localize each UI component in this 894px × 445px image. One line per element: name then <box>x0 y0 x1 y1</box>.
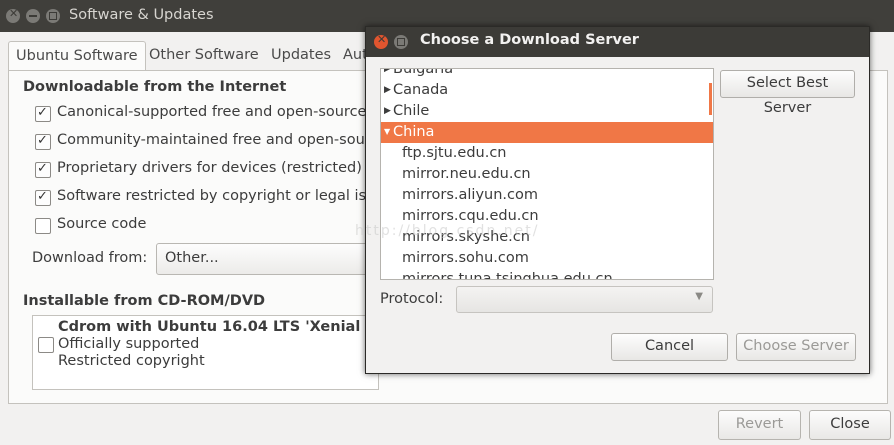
download-server-dialog: ✕ Choose a Download Server ▶ Bulgaria ▶ Ca… <box>365 26 870 374</box>
choose-server-button[interactable]: Choose Server <box>736 333 856 361</box>
community-checkbox[interactable] <box>35 133 51 150</box>
tree-row-bulgaria[interactable]: ▶ Bulgaria <box>381 69 713 80</box>
protocol-label: Protocol: <box>380 291 444 307</box>
cdrom-list: Cdrom with Ubuntu 16.04 LTS 'Xenial Xeru… <box>32 315 412 390</box>
downloadable-section-title: Downloadable from the Internet <box>23 79 287 95</box>
source-code-checkbox[interactable] <box>35 218 51 234</box>
community-label: Community-maintained free and open-sourc… <box>57 132 388 148</box>
dialog-minimize-icon[interactable] <box>394 35 408 49</box>
download-from-label: Download from: <box>32 250 148 266</box>
close-icon[interactable]: ✕ <box>6 7 20 23</box>
tree-row-china[interactable]: ▼ China <box>381 122 713 143</box>
watermark-text: http://blog.csdn.net/ <box>355 223 540 239</box>
select-best-server-button[interactable]: Select Best Server <box>720 70 855 116</box>
tree-row-server[interactable]: mirrors.aliyun.com <box>381 185 713 206</box>
proprietary-label: Proprietary drivers for devices (restric… <box>57 160 362 176</box>
close-button[interactable]: Close <box>809 410 891 440</box>
tab-ubuntu-software[interactable]: Ubuntu Software <box>8 41 146 71</box>
chevron-down-icon: ▼ <box>695 291 703 302</box>
tree-row-server[interactable]: mirrors.tuna.tsinghua.edu.cn <box>381 269 713 279</box>
tab-bar: Ubuntu Software Other Software Updates A… <box>8 41 368 71</box>
canonical-label: Canonical-supported free and open-source… <box>57 104 388 120</box>
restricted-checkbox[interactable] <box>35 189 51 206</box>
cdrom-support: Officially supported <box>58 336 200 352</box>
dialog-close-icon[interactable]: ✕ <box>374 33 388 49</box>
revert-button[interactable]: Revert <box>718 410 801 440</box>
cdrom-section-title: Installable from CD-ROM/DVD <box>23 293 266 309</box>
server-tree[interactable]: ▶ Bulgaria ▶ Canada ▶ Chile ▼ China ftp.sjtu… <box>380 68 714 280</box>
dialog-title: Choose a Download Server <box>420 32 639 48</box>
expander-collapsed-icon[interactable]: ▶ <box>384 69 391 79</box>
download-from-value: Other... <box>165 250 219 266</box>
tree-row-chile[interactable]: ▶ Chile <box>381 101 713 122</box>
canonical-checkbox[interactable] <box>35 105 51 122</box>
cdrom-checkbox[interactable] <box>38 337 54 353</box>
download-from-combo[interactable]: Other... <box>156 243 388 275</box>
cdrom-title: Cdrom with Ubuntu 16.04 LTS 'Xenial Xeru… <box>58 319 413 335</box>
expander-collapsed-icon[interactable]: ▶ <box>384 101 391 121</box>
tree-row-server[interactable]: mirrors.sohu.com <box>381 248 713 269</box>
source-code-label: Source code <box>57 216 147 232</box>
expander-expanded-icon[interactable]: ▼ <box>384 122 390 142</box>
expander-collapsed-icon[interactable]: ▶ <box>384 80 391 100</box>
tree-row-server[interactable]: ftp.sjtu.edu.cn <box>381 143 713 164</box>
cancel-button[interactable]: Cancel <box>611 333 728 361</box>
tree-scrollbar[interactable] <box>709 83 712 115</box>
maximize-icon[interactable] <box>46 9 60 23</box>
tab-other-software[interactable]: Other Software <box>142 41 266 70</box>
window-title: Software & Updates <box>69 7 214 23</box>
protocol-combo[interactable]: ▼ <box>456 286 713 313</box>
restricted-label: Software restricted by copyright or lega… <box>57 188 392 204</box>
proprietary-checkbox[interactable] <box>35 161 51 178</box>
tree-row-server[interactable]: mirror.neu.edu.cn <box>381 164 713 185</box>
tree-row-canada[interactable]: ▶ Canada <box>381 80 713 101</box>
tab-updates[interactable]: Updates <box>264 41 338 70</box>
dialog-titlebar: ✕ Choose a Download Server <box>366 27 869 57</box>
minimize-icon[interactable] <box>26 9 40 23</box>
cdrom-copyright: Restricted copyright <box>58 353 205 369</box>
